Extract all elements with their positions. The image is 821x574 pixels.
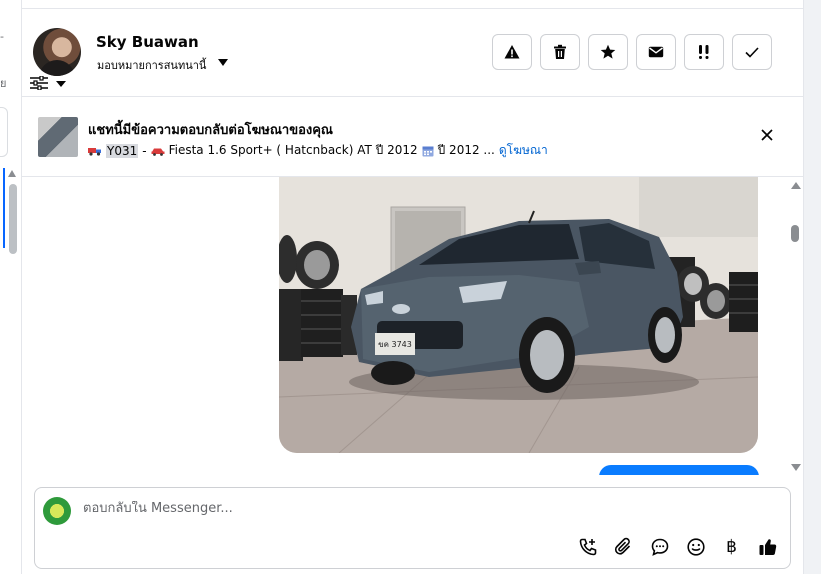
header-action-buttons [492,34,772,70]
outgoing-message-bubble[interactable] [599,465,759,475]
trash-icon [554,44,566,59]
saved-replies-button[interactable] [649,536,670,557]
payment-button[interactable]: ฿ [721,536,742,557]
left-panel-card-edge[interactable] [0,107,8,157]
car-photo-illustration: ขค 3743 [279,177,758,453]
conversation-header: Sky Buawan มอบหมายการสนทนานี้ [22,8,803,97]
close-icon[interactable] [759,127,775,143]
view-ad-link[interactable]: ดูโฆษณา [499,141,548,160]
star-icon [600,44,616,59]
warning-icon [504,45,520,59]
left-panel-text-fragment: ย [0,77,7,90]
conversation-scrollbar-thumb[interactable] [791,225,799,242]
check-icon [745,47,759,58]
calendar-icon [422,146,434,156]
envelope-icon [648,46,664,58]
thumbs-up-icon [759,538,776,555]
chevron-down-icon[interactable] [218,59,228,66]
double-exclamation-icon [699,45,709,59]
paperclip-icon [614,537,630,555]
left-scrollbar-thumb[interactable] [9,184,17,254]
mark-done-button[interactable] [732,34,772,70]
messenger-chat-window: - ย Sky Buawan มอบหมายการสนทนานี้ แชทนี้… [0,0,821,574]
conversation-scroll-down-arrow[interactable] [791,464,801,471]
license-plate-text: ขค 3743 [378,340,412,349]
page-avatar [43,497,71,525]
car-photo-message[interactable]: ขค 3743 [279,177,758,453]
car-icon [151,148,165,156]
assign-conversation-label[interactable]: มอบหมายการสนทนานี้ [97,56,206,74]
ad-code: Y031 [106,143,139,158]
call-button[interactable] [577,536,598,557]
left-panel-selected-indicator [3,168,5,248]
chat-bubble-icon [651,538,668,556]
ad-reply-banner: แชทนี้มีข้อความตอบกลับต่อโฆษณาของคุณ Y03… [22,97,803,177]
emoji-button[interactable] [685,536,706,557]
message-composer[interactable]: ฿ [34,487,791,569]
phone-plus-icon [579,538,596,555]
chevron-down-icon[interactable] [56,81,66,87]
mark-spam-button[interactable] [492,34,532,70]
attach-button[interactable] [613,536,634,557]
left-panel-text-fragment: - [0,30,4,43]
right-panel-edge [803,0,821,574]
contact-avatar[interactable] [33,28,81,76]
left-panel-strip: - ย [0,0,22,574]
mark-unread-button[interactable] [636,34,676,70]
message-input[interactable] [83,501,683,516]
composer-toolbar: ฿ [577,536,778,557]
baht-icon: ฿ [726,536,737,557]
like-button[interactable] [757,536,778,557]
avatar-shirt-shape [39,60,75,76]
follow-up-button[interactable] [684,34,724,70]
left-scroll-up-arrow[interactable] [8,170,16,177]
truck-icon [88,147,101,156]
delete-button[interactable] [540,34,580,70]
ad-year: ปี 2012 ... [437,143,495,157]
composer-area: ฿ [22,475,803,574]
ad-model: Fiesta 1.6 Sport+ ( Hatcnback) AT ปี 201… [168,143,418,157]
smiley-icon [686,537,705,556]
ad-banner-title: แชทนี้มีข้อความตอบกลับต่อโฆษณาของคุณ [88,123,333,138]
conversation-thread[interactable]: ขค 3743 [22,177,803,475]
ad-banner-details: Y031 - Fiesta 1.6 Sport+ ( Hatcnback) AT… [88,141,548,160]
ad-thumbnail-image[interactable] [38,117,78,157]
filter-sliders-icon[interactable] [30,76,48,90]
conversation-scroll-up-arrow[interactable] [791,182,801,189]
star-button[interactable] [588,34,628,70]
contact-name[interactable]: Sky Buawan [96,33,199,51]
ad-separator: - [142,143,147,158]
